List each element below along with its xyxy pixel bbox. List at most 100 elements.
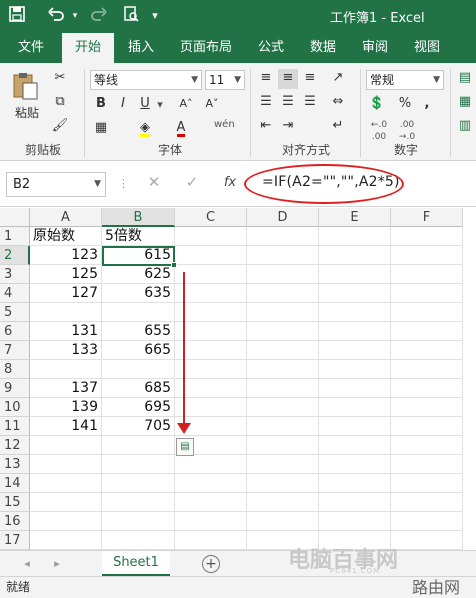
chevron-down-icon[interactable]: ▾ [156,99,164,111]
tab-view[interactable]: 视图 [406,33,448,63]
save-icon[interactable] [6,6,28,26]
cell-a17[interactable] [30,531,102,550]
cell-f8[interactable] [391,360,463,379]
cell-styles-icon[interactable]: ▥ [456,117,474,137]
row-header-16[interactable]: 16 [0,512,30,531]
cell-e15[interactable] [319,493,391,512]
cell-b10[interactable]: 695 [102,398,175,417]
cell-c2[interactable] [175,246,247,265]
row-header-17[interactable]: 17 [0,531,30,550]
cell-b3[interactable]: 625 [102,265,175,284]
orientation-icon[interactable]: ↗ [328,69,348,89]
column-header-f[interactable]: F [391,208,463,227]
row-header-12[interactable]: 12 [0,436,30,455]
tab-data[interactable]: 数据 [302,33,344,63]
tab-file[interactable]: 文件 [10,33,52,63]
cell-b7[interactable]: 665 [102,341,175,360]
scroll-left-icon[interactable]: ◂ [22,558,32,570]
cell-c8[interactable] [175,360,247,379]
cell-a5[interactable] [30,303,102,322]
increase-indent-icon[interactable]: ⇥ [278,117,298,137]
cell-d6[interactable] [247,322,319,341]
cell-c16[interactable] [175,512,247,531]
row-header-11[interactable]: 11 [0,417,30,436]
percent-button[interactable]: % [396,95,414,115]
cell-c1[interactable] [175,227,247,246]
increase-decimal-icon[interactable]: ←.0 .00 [368,119,390,143]
cell-f16[interactable] [391,512,463,531]
table-format-icon[interactable]: ▦ [456,93,474,113]
cell-a16[interactable] [30,512,102,531]
cell-b8[interactable] [102,360,175,379]
cell-f15[interactable] [391,493,463,512]
cell-e10[interactable] [319,398,391,417]
column-header-c[interactable]: C [175,208,247,227]
cell-a7[interactable]: 133 [30,341,102,360]
merge-center-icon[interactable]: ⇔ [328,93,348,113]
cell-b1[interactable]: 5倍数 [102,227,175,246]
currency-icon[interactable]: 💲 [368,95,386,115]
cell-f11[interactable] [391,417,463,436]
cell-f17[interactable] [391,531,463,550]
tab-page-layout[interactable]: 页面布局 [172,33,240,63]
enter-icon[interactable]: ✓ [184,175,200,190]
cell-a11[interactable]: 141 [30,417,102,436]
cell-c15[interactable] [175,493,247,512]
name-box[interactable]: B2 ▼ [6,172,106,197]
bold-button[interactable]: B [94,95,108,115]
cell-b17[interactable] [102,531,175,550]
cell-a14[interactable] [30,474,102,493]
cell-c13[interactable] [175,455,247,474]
cell-d4[interactable] [247,284,319,303]
cell-c4[interactable] [175,284,247,303]
format-painter-icon[interactable]: 🖌 [50,117,70,137]
decrease-font-icon[interactable]: A˅ [204,95,220,115]
cell-e14[interactable] [319,474,391,493]
border-icon[interactable]: ▦ [92,119,110,139]
cell-f13[interactable] [391,455,463,474]
cell-c17[interactable] [175,531,247,550]
cell-e9[interactable] [319,379,391,398]
row-header-13[interactable]: 13 [0,455,30,474]
cell-e16[interactable] [319,512,391,531]
cell-d2[interactable] [247,246,319,265]
underline-button[interactable]: U [138,95,152,115]
row-header-5[interactable]: 5 [0,303,30,322]
align-bottom-icon[interactable]: ≡ [300,69,320,89]
copy-icon[interactable]: ⧉ [50,93,70,113]
cell-a12[interactable] [30,436,102,455]
cell-f6[interactable] [391,322,463,341]
row-header-1[interactable]: 1 [0,227,30,246]
tab-formulas[interactable]: 公式 [250,33,292,63]
cell-d10[interactable] [247,398,319,417]
cell-f14[interactable] [391,474,463,493]
insert-function-button[interactable]: fx [220,176,240,189]
cell-e6[interactable] [319,322,391,341]
cell-d15[interactable] [247,493,319,512]
tab-insert[interactable]: 插入 [120,33,162,63]
cell-d8[interactable] [247,360,319,379]
number-format-dropdown[interactable]: 常规 ▼ [366,70,444,90]
row-header-7[interactable]: 7 [0,341,30,360]
auto-fill-options-icon[interactable]: ▤ [176,438,194,456]
fill-handle[interactable] [171,262,177,268]
row-header-8[interactable]: 8 [0,360,30,379]
redo-icon[interactable] [86,6,110,26]
column-header-d[interactable]: D [247,208,319,227]
cell-a4[interactable]: 127 [30,284,102,303]
cell-b5[interactable] [102,303,175,322]
comma-button[interactable]: , [418,95,436,115]
cell-d16[interactable] [247,512,319,531]
cell-f9[interactable] [391,379,463,398]
cell-d14[interactable] [247,474,319,493]
cell-e1[interactable] [319,227,391,246]
cell-b4[interactable]: 635 [102,284,175,303]
cell-c6[interactable] [175,322,247,341]
column-header-b[interactable]: B [102,208,175,227]
sheet-tab[interactable]: Sheet1 [102,551,170,577]
row-header-6[interactable]: 6 [0,322,30,341]
cell-a13[interactable] [30,455,102,474]
align-middle-icon[interactable]: ≡ [278,69,298,89]
cell-c10[interactable] [175,398,247,417]
font-color-icon[interactable]: A [172,119,190,139]
